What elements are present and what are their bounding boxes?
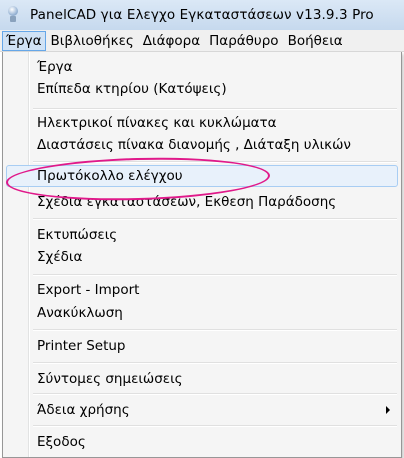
- menu-vivliothikes[interactable]: Βιβλιοθήκες: [47, 31, 138, 51]
- menu-separator: [33, 274, 397, 276]
- erga-dropdown-menu: Έργα Επίπεδα κτηρίου (Κατόψεις) Ηλεκτρικ…: [2, 52, 402, 458]
- menu-separator: [33, 393, 397, 395]
- menu-bar: Έργα Βιβλιοθήκες Διάφορα Παράθυρο Βοήθει…: [0, 30, 404, 52]
- menu-parathyro[interactable]: Παράθυρο: [205, 31, 282, 51]
- menu-item-eksodos[interactable]: Εξοδος: [6, 431, 398, 453]
- menu-item-printer-setup[interactable]: Printer Setup: [6, 335, 398, 357]
- menu-item-adeia-xrisis[interactable]: Άδεια χρήσης: [6, 399, 398, 421]
- menu-item-erga[interactable]: Έργα: [6, 56, 398, 78]
- menu-item-diastaseis-pinaka[interactable]: Διαστάσεις πίνακα διανομής , Διάταξη υλι…: [6, 134, 398, 156]
- submenu-arrow-icon: [386, 406, 390, 414]
- menu-item-syntomes-simeioseis[interactable]: Σύντομες σημειώσεις: [6, 368, 398, 390]
- menu-separator: [33, 218, 397, 220]
- menu-item-label: Άδεια χρήσης: [37, 402, 130, 418]
- menu-item-protokollo-elegxou[interactable]: Πρωτόκολλο ελέγχου: [6, 165, 398, 187]
- menu-item-anakyklosi[interactable]: Ανακύκλωση: [6, 302, 398, 324]
- menu-separator: [33, 161, 397, 163]
- title-bar: PanelCAD για Ελεγχο Εγκαταστάσεων v13.9.…: [0, 0, 404, 30]
- menu-voitheia[interactable]: Βοήθεια: [284, 31, 347, 51]
- menu-item-sxedia[interactable]: Σχέδια: [6, 246, 398, 268]
- menu-separator: [33, 108, 397, 110]
- menu-item-ilektrikoi-pinakes[interactable]: Ηλεκτρικοί πίνακες και κυκλώματα: [6, 112, 398, 134]
- menu-item-ektyposeis[interactable]: Εκτυπώσεις: [6, 224, 398, 246]
- menu-item-epipeda-ktiriou[interactable]: Επίπεδα κτηρίου (Κατόψεις): [6, 78, 398, 100]
- menu-erga[interactable]: Έργα: [2, 30, 46, 51]
- menu-separator: [33, 362, 397, 364]
- menu-separator: [33, 329, 397, 331]
- menu-separator: [33, 425, 397, 427]
- menu-item-sxedia-egkatastaseon[interactable]: Σχέδια εγκαταστάσεων, Εκθεση Παράδοσης: [6, 191, 398, 213]
- app-lamp-icon[interactable]: [6, 6, 20, 24]
- menu-diafora[interactable]: Διάφορα: [139, 31, 204, 51]
- menu-item-export-import[interactable]: Export - Import: [6, 279, 398, 301]
- window-title: PanelCAD για Ελεγχο Εγκαταστάσεων v13.9.…: [30, 7, 374, 23]
